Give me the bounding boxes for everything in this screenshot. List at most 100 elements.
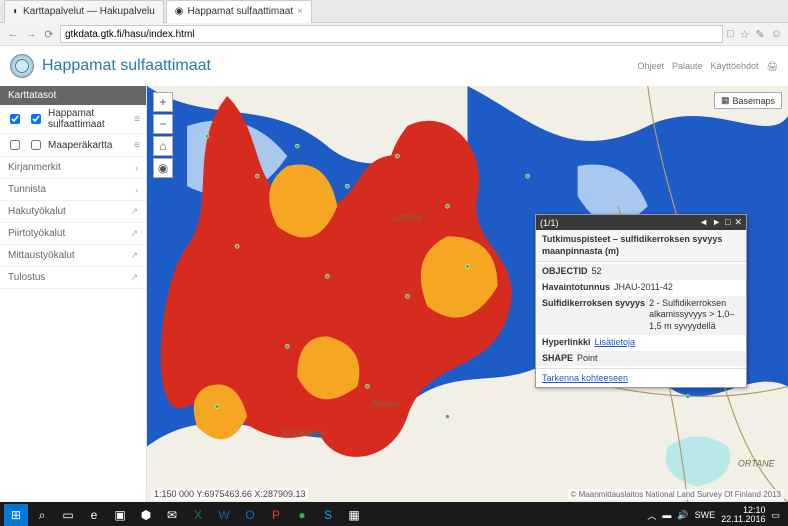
sidebar: Karttatasot Happamat sulfaattimaat ≡ Maa… [0,86,147,502]
print-icon[interactable]: 🖨 [767,61,778,72]
hyperlink[interactable]: Lisätietoja [595,337,740,349]
popup-row: OBJECTID52 [536,264,746,280]
popout-icon: ↗ [130,206,138,217]
spotify-icon[interactable]: ● [290,504,314,526]
sidebar-header: Karttatasot [0,86,146,105]
task-view-icon[interactable]: ▭ [56,504,80,526]
link-feedback[interactable]: Palaute [672,61,703,72]
tab-label: Karttapalvelut — Hakupalvelu [23,6,155,17]
zoom-out-button[interactable]: − [153,114,173,134]
header-links: Ohjeet Palaute Käyttöehdot 🖨 [637,61,778,72]
back-icon[interactable]: ← [6,27,20,41]
sidebar-item-identify[interactable]: Tunnista› [0,179,146,201]
outlook-icon[interactable]: O [238,504,262,526]
clock[interactable]: 12:10 22.11.2016 [721,506,765,524]
layer-row[interactable]: Maaperäkartta ≡ [0,134,146,157]
sidebar-item-print[interactable]: Tulostus↗ [0,267,146,289]
store-icon[interactable]: ⬢ [134,504,158,526]
volume-icon[interactable]: 🔊 [677,510,688,521]
locate-button[interactable]: ◉ [153,158,173,178]
note-icon[interactable]: ✎ [756,28,765,41]
zoom-to-feature-link[interactable]: Tarkenna kohteeseen [542,373,628,383]
windows-taskbar: ⊞ ⌕ ▭ e ▣ ⬢ ✉ X W O P ● S ▦ ︿ ▬ 🔊 SWE 12… [0,502,788,526]
identify-popup: (1/1) ◄ ► □ ✕ Tutkimuspisteet – sulfidik… [535,214,747,388]
excel-icon[interactable]: X [186,504,210,526]
popup-row: HavaintotunnusJHAU-2011-42 [536,280,746,296]
maximize-icon[interactable]: □ [725,217,730,228]
popup-feature-title: Tutkimuspisteet – sulfidikerroksen syvyy… [536,230,746,262]
browser-tab-bar: ◐ Karttapalvelut — Hakupalvelu ◉ Happama… [0,0,788,23]
bookmark-icon[interactable]: □ [727,28,734,41]
browser-tab[interactable]: ◉ Happamat sulfaattimaat × [166,0,312,23]
chevron-right-icon: › [135,163,138,173]
close-icon[interactable]: × [297,6,303,17]
map-attribution: © Maanmittauslaitos National Land Survey… [568,489,784,500]
zoom-in-button[interactable]: + [153,92,173,112]
address-bar: ← → ⟳ □ ☆ ✎ ☺ [0,23,788,46]
tray-chevron-icon[interactable]: ︿ [647,509,656,522]
popup-row: Sulfidikerroksen syvyys2 - Sulfidikerrok… [536,296,746,335]
menu-icon[interactable]: ≡ [134,140,140,151]
place-label: Nurmo [372,398,399,408]
reload-icon[interactable]: ⟳ [42,27,56,41]
layer-checkbox[interactable] [10,140,20,150]
app-header: Happamat sulfaattimaat Ohjeet Palaute Kä… [0,46,788,86]
popout-icon: ↗ [130,272,138,283]
edge-icon[interactable]: e [82,504,106,526]
basemaps-button[interactable]: ▦ Basemaps [714,92,782,109]
popup-titlebar[interactable]: (1/1) ◄ ► □ ✕ [536,215,746,230]
app-icon[interactable]: ▦ [342,504,366,526]
forward-icon[interactable]: → [24,27,38,41]
layer-label: Happamat sulfaattimaat [48,108,130,130]
tab-favicon: ◉ [175,6,184,17]
popup-count: (1/1) [540,218,559,228]
browser-tab[interactable]: ◐ Karttapalvelut — Hakupalvelu [4,0,164,23]
home-button[interactable]: ⌂ [153,136,173,156]
tab-favicon: ◐ [13,6,19,17]
link-help[interactable]: Ohjeet [637,61,664,72]
prev-icon[interactable]: ◄ [699,217,708,228]
map-zoom-controls: + − ⌂ ◉ [153,92,173,178]
place-label: KAUHAVA [282,429,324,439]
layer-visibility-checkbox[interactable] [31,114,41,124]
link-terms[interactable]: Käyttöehdot [711,61,759,72]
skype-icon[interactable]: S [316,504,340,526]
word-icon[interactable]: W [212,504,236,526]
language-indicator[interactable]: SWE [695,510,716,520]
scale-readout: 1:150 000 Y:6975463.66 X:287909.13 [151,488,308,500]
app-title: Happamat sulfaattimaat [42,57,211,75]
search-icon[interactable]: ⌕ [30,504,54,526]
layers-icon: ▦ [721,95,730,106]
system-tray[interactable]: ︿ ▬ 🔊 SWE 12:10 22.11.2016 ▭ [647,506,784,524]
place-label: LAPUA [392,213,422,223]
star-icon[interactable]: ☆ [740,28,750,41]
sidebar-item-draw[interactable]: Piirtotyökalut↗ [0,223,146,245]
explorer-icon[interactable]: ▣ [108,504,132,526]
sidebar-item-bookmarks[interactable]: Kirjanmerkit› [0,157,146,179]
powerpoint-icon[interactable]: P [264,504,288,526]
popout-icon: ↗ [130,228,138,239]
tab-label: Happamat sulfaattimaat [188,6,294,17]
close-icon[interactable]: ✕ [734,217,742,228]
url-input[interactable] [60,25,723,43]
account-icon[interactable]: ☺ [771,28,782,41]
logo [10,54,34,78]
layer-visibility-checkbox[interactable] [31,140,41,150]
chevron-right-icon: › [135,185,138,195]
network-icon[interactable]: ▬ [662,510,671,520]
menu-icon[interactable]: ≡ [134,114,140,125]
notifications-icon[interactable]: ▭ [771,510,780,521]
layer-label: Maaperäkartta [48,140,112,151]
mail-icon[interactable]: ✉ [160,504,184,526]
popout-icon: ↗ [130,250,138,261]
layer-row[interactable]: Happamat sulfaattimaat ≡ [0,105,146,134]
popup-row: HyperlinkkiLisätietoja [536,335,746,351]
map[interactable]: LAPUA Nurmo KAUHAVA ORTANE + − ⌂ ◉ ▦ Bas [147,86,788,502]
popup-row: SHAPEPoint [536,351,746,367]
next-icon[interactable]: ► [712,217,721,228]
layer-checkbox[interactable] [10,114,20,124]
place-label: ORTANE [738,459,776,469]
sidebar-item-search[interactable]: Hakutyökalut↗ [0,201,146,223]
start-button[interactable]: ⊞ [4,504,28,526]
sidebar-item-measure[interactable]: Mittaustyökalut↗ [0,245,146,267]
